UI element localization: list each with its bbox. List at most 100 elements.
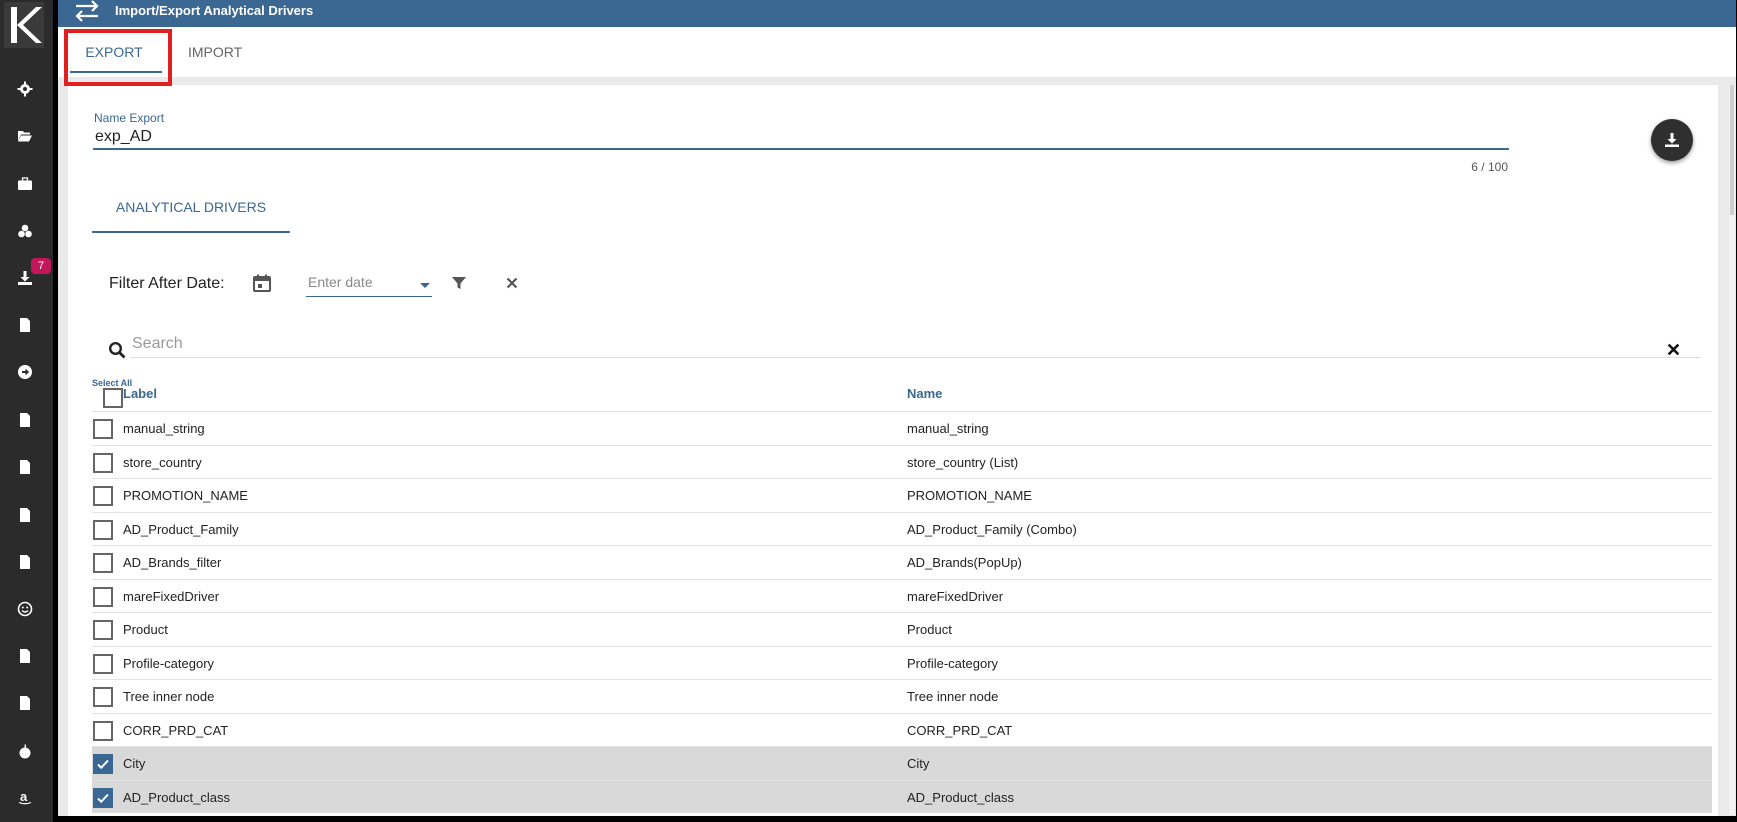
row-label: mareFixedDriver [123, 588, 220, 604]
character-counter: 6 / 100 [1471, 160, 1508, 174]
page-title: Import/Export Analytical Drivers [115, 3, 314, 18]
name-export-input[interactable] [93, 126, 1509, 150]
tab-import[interactable]: IMPORT [188, 27, 258, 77]
row-name: store_country (List) [907, 454, 1019, 470]
sidebar: 7 a [0, 0, 53, 822]
column-header-name[interactable]: Name [907, 386, 942, 401]
table-row[interactable]: City City [92, 746, 1712, 780]
row-label: CORR_PRD_CAT [123, 722, 229, 738]
row-checkbox[interactable] [93, 653, 113, 674]
row-checkbox[interactable] [93, 620, 113, 640]
drivers-table: manual_string manual_string store_country s… [92, 411, 1712, 813]
row-checkbox[interactable] [93, 687, 113, 707]
column-header-label[interactable]: Label [123, 386, 157, 401]
row-name: CORR_PRD_CAT [907, 722, 1013, 738]
document-icon[interactable] [14, 645, 36, 667]
date-input[interactable]: Enter date [306, 271, 432, 297]
amazon-icon[interactable]: a [14, 786, 36, 808]
row-label: Tree inner node [123, 689, 215, 704]
clear-search-icon[interactable] [1667, 343, 1680, 356]
checkmark-icon [97, 759, 109, 770]
date-input-placeholder: Enter date [308, 274, 373, 290]
row-name: Profile-category [907, 655, 999, 671]
row-label: manual_string [123, 421, 205, 436]
row-checkbox[interactable] [93, 720, 113, 741]
table-row[interactable]: AD_Brands_filter AD_Brands(PopUp) [92, 545, 1712, 579]
clear-filter-icon[interactable] [506, 277, 518, 289]
calendar-icon[interactable] [252, 273, 272, 293]
row-checkbox[interactable] [93, 754, 113, 774]
export-tab-highlight [64, 29, 172, 86]
row-checkbox[interactable] [93, 486, 113, 506]
header-bar: Import/Export Analytical Drivers [58, 0, 1736, 27]
row-label: Product [123, 622, 168, 637]
row-name: AD_Product_class [907, 789, 1014, 805]
download-count-badge: 7 [31, 258, 51, 274]
table-row[interactable]: Tree inner node Tree inner node [92, 679, 1712, 713]
row-label: Profile-category [123, 655, 215, 671]
name-export-label: Name Export [94, 111, 165, 125]
row-label: store_country [123, 454, 202, 470]
filter-after-date-label: Filter After Date: [109, 275, 225, 292]
row-checkbox[interactable] [93, 452, 113, 473]
row-name: Product [907, 622, 952, 637]
row-name: City [907, 756, 930, 771]
tab-import-label: IMPORT [188, 44, 243, 60]
gear-icon[interactable] [14, 78, 36, 100]
row-label: City [123, 756, 146, 771]
export-download-button[interactable] [1651, 119, 1693, 161]
search-input[interactable] [130, 330, 1701, 358]
row-checkbox[interactable] [93, 787, 113, 808]
table-row[interactable]: CORR_PRD_CAT CORR_PRD_CAT [92, 712, 1712, 747]
smiley-icon[interactable] [14, 598, 36, 620]
active-subtab-indicator [92, 231, 290, 233]
svg-text:a: a [20, 789, 28, 804]
document-icon[interactable] [14, 314, 36, 336]
document-icon[interactable] [14, 456, 36, 478]
folder-open-icon[interactable] [14, 125, 36, 147]
document-icon[interactable] [14, 409, 36, 431]
table-row[interactable]: Product Product [92, 612, 1712, 646]
table-row[interactable]: AD_Product_Family AD_Product_Family (Comb… [92, 511, 1712, 546]
table-row[interactable]: store_country store_country (List) [92, 444, 1712, 479]
briefcase-icon[interactable] [14, 173, 36, 195]
document-icon[interactable] [14, 551, 36, 573]
table-row[interactable]: PROMOTION_NAME PROMOTION_NAME [92, 478, 1712, 512]
document-icon[interactable] [14, 504, 36, 526]
main-tabs: EXPORT IMPORT [58, 27, 1736, 77]
row-checkbox[interactable] [93, 419, 113, 439]
select-all-checkbox[interactable] [103, 388, 123, 408]
tab-analytical-drivers-label: ANALYTICAL DRIVERS [115, 199, 267, 215]
row-name: PROMOTION_NAME [907, 488, 1032, 503]
app-frame: 7 a Import/Export Analytical Drivers EXP… [0, 0, 1737, 822]
download-icon [1665, 133, 1679, 147]
cubes-icon[interactable] [14, 220, 36, 242]
tab-analytical-drivers[interactable]: ANALYTICAL DRIVERS [92, 195, 290, 233]
row-name: AD_Brands(PopUp) [907, 555, 1022, 570]
row-checkbox[interactable] [93, 553, 113, 573]
row-checkbox[interactable] [93, 519, 113, 540]
table-row[interactable]: Profile-category Profile-category [92, 645, 1712, 680]
row-name: AD_Product_Family (Combo) [907, 521, 1077, 537]
document-icon[interactable] [14, 692, 36, 714]
row-label: PROMOTION_NAME [123, 488, 248, 503]
row-name: mareFixedDriver [907, 588, 1004, 604]
row-label: AD_Brands_filter [123, 555, 222, 570]
table-row[interactable]: AD_Product_class AD_Product_class [92, 779, 1712, 813]
swap-arrows-icon [75, 0, 99, 22]
search-icon [108, 341, 126, 359]
knowage-logo[interactable] [4, 2, 44, 48]
table-row[interactable]: mareFixedDriver mareFixedDriver [92, 578, 1712, 613]
export-panel: Name Export 6 / 100 ANALYTICAL DRIVERS F… [68, 85, 1718, 816]
arrow-circle-right-icon[interactable] [14, 361, 36, 383]
main-content: Import/Export Analytical Drivers EXPORT … [58, 0, 1736, 816]
row-name: manual_string [907, 421, 989, 436]
checkmark-icon [97, 793, 109, 803]
date-dropdown-caret-icon[interactable] [420, 283, 430, 288]
scrollbar-thumb[interactable] [1730, 85, 1734, 215]
row-checkbox[interactable] [93, 586, 113, 607]
filter-icon[interactable] [451, 275, 467, 291]
table-row[interactable]: manual_string manual_string [92, 411, 1712, 445]
apple-icon[interactable] [14, 740, 36, 762]
row-label: AD_Product_class [123, 789, 230, 805]
